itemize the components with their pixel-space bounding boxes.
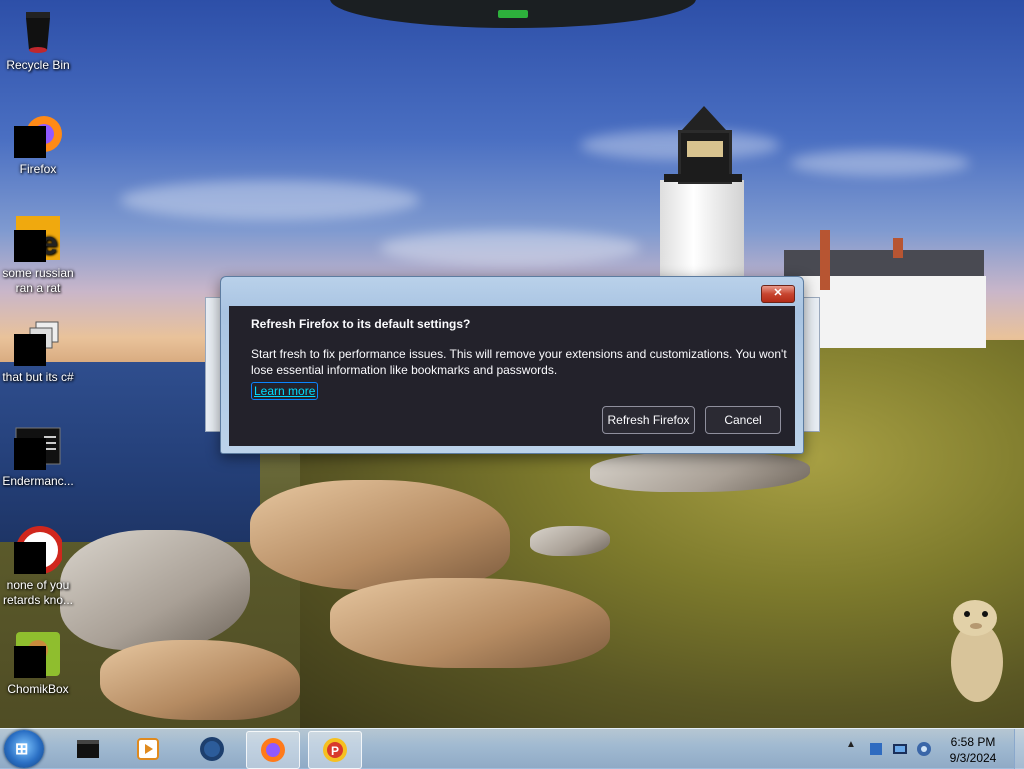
dialog-message: Start fresh to fix performance issues. T… bbox=[251, 347, 787, 377]
desktop-icon-firefox[interactable]: Firefox bbox=[0, 110, 76, 177]
desktop-icon-some-russian-ran-a-rat[interactable]: e some russian ran a rat bbox=[0, 214, 76, 296]
show-desktop-button[interactable] bbox=[1014, 729, 1024, 769]
desktop-icon-none-of-you[interactable]: none of you retards kno... bbox=[0, 526, 76, 608]
clock[interactable]: 6:58 PM 9/3/2024 bbox=[940, 734, 1006, 766]
taskbar-item-media-player[interactable] bbox=[122, 731, 174, 767]
desktop-icon-endermanc[interactable]: Endermanc... bbox=[0, 422, 76, 489]
taskbar-item-paint[interactable]: P bbox=[308, 731, 362, 769]
taskbar-item-terminal[interactable] bbox=[62, 731, 114, 767]
close-button[interactable]: ✕ bbox=[761, 285, 795, 303]
clock-time: 6:58 PM bbox=[950, 735, 996, 749]
start-button[interactable]: ⊞ bbox=[4, 730, 44, 768]
dialog-title: Refresh Firefox to its default settings? bbox=[251, 317, 471, 331]
media-player-icon bbox=[137, 738, 159, 760]
console-icon bbox=[14, 422, 62, 470]
tray-overflow-arrow-icon[interactable]: ▲ bbox=[846, 739, 862, 755]
network-icon[interactable] bbox=[892, 741, 908, 757]
opera-icon bbox=[14, 526, 64, 574]
firefox-icon bbox=[14, 110, 62, 158]
dialog-content: Refresh Firefox to its default settings?… bbox=[229, 306, 795, 446]
firefox-icon bbox=[261, 738, 285, 762]
desktop-icon-recycle-bin[interactable]: Recycle Bin bbox=[0, 6, 76, 73]
lighthouse bbox=[660, 180, 744, 280]
refresh-firefox-button[interactable]: Refresh Firefox bbox=[602, 406, 695, 434]
taskbar-item-globe[interactable] bbox=[186, 731, 238, 767]
chomikbox-icon bbox=[14, 630, 62, 678]
cancel-button[interactable]: Cancel bbox=[705, 406, 781, 434]
hamster-sticker bbox=[945, 582, 1005, 710]
taskbar: ⊞ P ▲ 6:58 PM 9/3/2024 bbox=[0, 728, 1024, 769]
globe-icon bbox=[200, 737, 224, 761]
svg-text:P: P bbox=[331, 744, 339, 758]
desktop-icon-chomikbox[interactable]: ChomikBox bbox=[0, 630, 76, 697]
taskbar-item-firefox[interactable] bbox=[246, 731, 300, 769]
clock-date: 9/3/2024 bbox=[949, 751, 997, 765]
refresh-firefox-dialog: ✕ Refresh Firefox to its default setting… bbox=[220, 276, 804, 454]
learn-more-link[interactable]: Learn more bbox=[251, 382, 319, 400]
close-icon: ✕ bbox=[773, 287, 783, 299]
paint-icon: P bbox=[323, 738, 347, 762]
terminal-icon bbox=[77, 740, 99, 758]
windows-stack-icon bbox=[14, 318, 62, 366]
desktop-icon-that-but-its-csharp[interactable]: that but its c# bbox=[0, 318, 76, 385]
recycle-bin-icon bbox=[14, 6, 62, 54]
volume-icon[interactable] bbox=[916, 741, 932, 757]
tray-app-icon[interactable] bbox=[868, 741, 884, 757]
app-e-icon: e bbox=[14, 214, 62, 262]
windows-logo-icon: ⊞ bbox=[15, 741, 29, 758]
